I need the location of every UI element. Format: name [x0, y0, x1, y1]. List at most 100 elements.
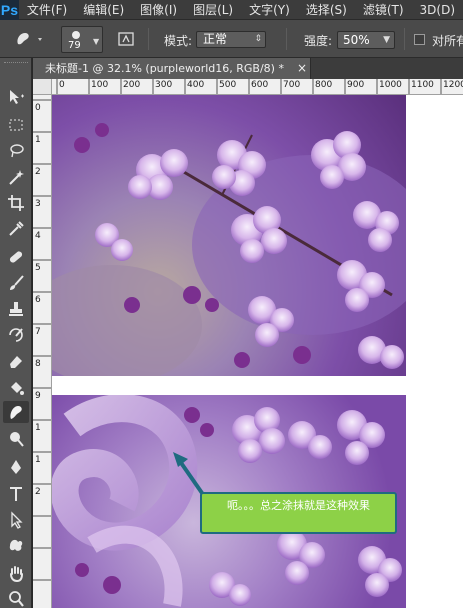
- menu-image[interactable]: 图像(I): [132, 0, 185, 20]
- ruler-label: 1: [35, 135, 41, 145]
- blend-mode-select[interactable]: 正常 ⇕: [196, 31, 266, 48]
- tools-panel: [0, 58, 32, 608]
- menu-3d[interactable]: 3D(D): [412, 0, 463, 20]
- vertical-ruler[interactable]: 0 1 2 3 4 5 6 7 8 9 1 1 2: [33, 95, 52, 608]
- smudge-tool-preset-icon: [17, 33, 42, 45]
- menu-filter[interactable]: 滤镜(T): [355, 0, 412, 20]
- ruler-label: 900: [347, 80, 365, 90]
- marquee-icon: [9, 119, 23, 131]
- updown-arrows-icon: ⇕: [254, 34, 262, 44]
- eraser-tool[interactable]: [3, 350, 29, 372]
- menu-bar: Ps 文件(F) 编辑(E) 图像(I) 图层(L) 文字(Y) 选择(S) 滤…: [0, 0, 463, 20]
- path-selection-tool[interactable]: [3, 509, 29, 531]
- eyedropper-icon: [9, 221, 24, 236]
- ruler-label: 4: [35, 231, 41, 241]
- healing-brush-tool[interactable]: [3, 246, 29, 268]
- ruler-label: 7: [35, 327, 41, 337]
- ruler-label: 300: [155, 80, 173, 90]
- mode-label: 模式:: [164, 34, 193, 48]
- ruler-label: 0: [35, 103, 41, 113]
- dodge-tool[interactable]: [3, 428, 29, 450]
- strength-input[interactable]: 50% ▼: [337, 31, 395, 49]
- menu-type[interactable]: 文字(Y): [241, 0, 298, 20]
- ruler-label: 8: [35, 359, 41, 369]
- move-tool[interactable]: [3, 86, 29, 108]
- ruler-label: 6: [35, 295, 41, 305]
- canvas-gap: [52, 376, 406, 395]
- custom-shape-tool[interactable]: [3, 534, 29, 556]
- strength-value: 50%: [343, 33, 370, 47]
- menu-file[interactable]: 文件(F): [19, 0, 75, 20]
- ruler-label: 3: [35, 199, 41, 209]
- magic-wand-icon: [9, 170, 24, 185]
- lasso-icon: [10, 144, 24, 158]
- brush-size-value: 79: [68, 40, 81, 51]
- options-bar: 79 ▼ 模式: 正常 ⇕ 强度: 50% ▼ 对所有: [0, 20, 463, 58]
- ruler-label: 500: [219, 80, 237, 90]
- document-title: 未标题-1 @ 32.1% (purpleworld16, RGB/8) *: [45, 62, 284, 75]
- close-icon[interactable]: ×: [297, 58, 307, 79]
- ruler-label: 1100: [411, 80, 434, 90]
- marquee-tool[interactable]: [3, 114, 29, 136]
- annotation-callout: 呃。。。总之涂抹就是这种效果: [200, 492, 397, 534]
- paint-bucket-tool[interactable]: [3, 376, 29, 398]
- chevron-down-icon: ▼: [383, 35, 390, 45]
- annotation-text: 呃。。。总之涂抹就是这种效果: [227, 499, 370, 512]
- pen-icon: [11, 460, 21, 474]
- crop-icon: [8, 195, 24, 211]
- smudge-tool[interactable]: [3, 401, 29, 423]
- ruler-label: 2: [35, 167, 41, 177]
- sample-all-layers-label: 对所有: [432, 34, 463, 48]
- ruler-origin[interactable]: [33, 79, 52, 95]
- brush-tool[interactable]: [3, 272, 29, 294]
- hand-icon: [10, 566, 23, 582]
- lilac-flowers-image: [52, 123, 406, 376]
- panel-grip[interactable]: [4, 62, 28, 66]
- menu-select[interactable]: 选择(S): [298, 0, 355, 20]
- menu-edit[interactable]: 编辑(E): [75, 0, 132, 20]
- brush-icon: [10, 275, 24, 290]
- shape-icon: [9, 539, 23, 551]
- clone-stamp-tool[interactable]: [3, 298, 29, 320]
- brush-preset-picker[interactable]: 79 ▼: [61, 26, 103, 53]
- type-tool[interactable]: [3, 483, 29, 505]
- ruler-label: 600: [251, 80, 269, 90]
- ruler-label: 1200: [443, 80, 463, 90]
- lasso-tool[interactable]: [3, 140, 29, 162]
- brush-tip-icon: [72, 31, 80, 39]
- ruler-label: 9: [35, 391, 41, 401]
- photoshop-logo: Ps: [0, 0, 19, 20]
- ruler-label: 700: [283, 80, 301, 90]
- tool-preset-picker[interactable]: [12, 29, 46, 49]
- history-brush-icon: [9, 328, 23, 342]
- type-icon: [10, 487, 22, 501]
- sample-all-layers-checkbox[interactable]: [414, 34, 425, 45]
- ruler-label: 800: [315, 80, 333, 90]
- strength-label: 强度:: [304, 34, 333, 48]
- history-brush-tool[interactable]: [3, 324, 29, 346]
- ruler-label: 2: [35, 487, 41, 497]
- zoom-tool[interactable]: [3, 588, 29, 608]
- horizontal-ruler[interactable]: 0 100 200 300 400 500 600 700 800 900 10…: [52, 79, 463, 95]
- pen-tool[interactable]: [3, 456, 29, 478]
- smudge-icon: [10, 406, 22, 419]
- hand-tool[interactable]: [3, 562, 29, 584]
- dodge-icon: [10, 432, 24, 447]
- document-tab-bar: 未标题-1 @ 32.1% (purpleworld16, RGB/8) * ×: [33, 58, 463, 79]
- ruler-label: 1: [35, 423, 41, 433]
- menu-layer[interactable]: 图层(L): [185, 0, 241, 20]
- brush-panel-icon: [118, 32, 134, 46]
- document-canvas[interactable]: 呃。。。总之涂抹就是这种效果: [52, 95, 463, 608]
- document-tab[interactable]: 未标题-1 @ 32.1% (purpleworld16, RGB/8) * ×: [33, 58, 311, 79]
- paint-bucket-icon: [11, 382, 24, 395]
- move-icon: [10, 90, 24, 104]
- crop-tool[interactable]: [3, 192, 29, 214]
- brush-panel-toggle[interactable]: [117, 30, 135, 51]
- ruler-label: 1: [35, 455, 41, 465]
- options-divider: [286, 28, 287, 50]
- blend-mode-value: 正常: [203, 32, 228, 46]
- quick-select-tool[interactable]: [3, 166, 29, 188]
- eyedropper-tool[interactable]: [3, 218, 29, 240]
- options-divider: [404, 28, 405, 50]
- path-selection-icon: [11, 511, 23, 529]
